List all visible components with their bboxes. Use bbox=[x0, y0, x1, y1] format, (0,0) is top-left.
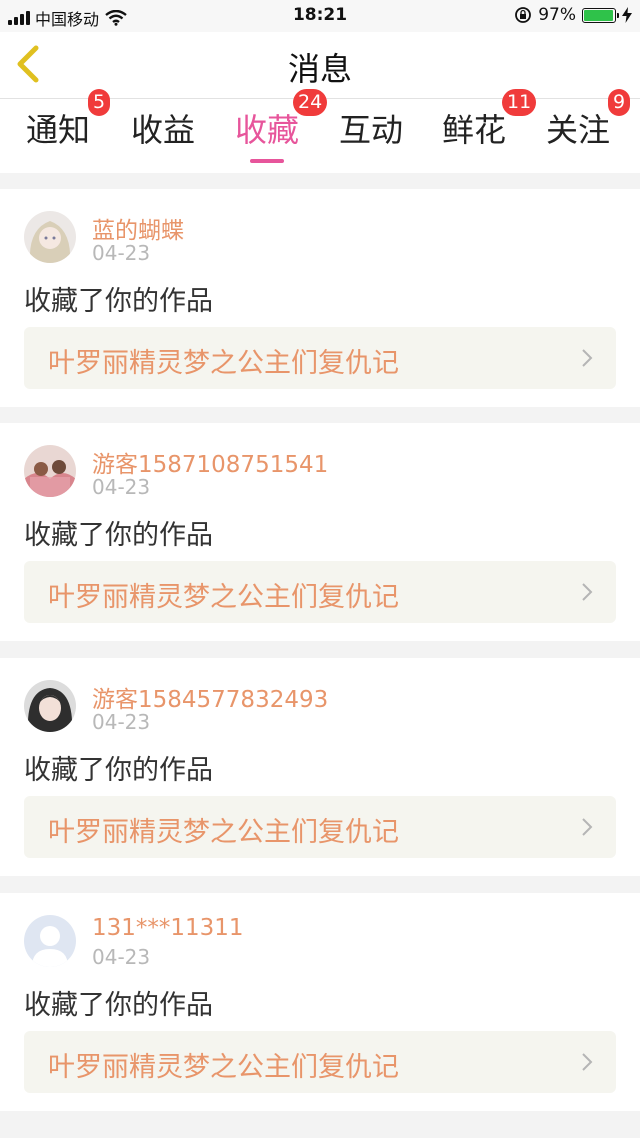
action-text: 收藏了你的作品 bbox=[24, 520, 213, 551]
username[interactable]: 游客1584577832493 bbox=[92, 680, 328, 714]
work-title: 叶罗丽精灵梦之公主们复仇记 bbox=[48, 348, 399, 379]
battery-icon bbox=[582, 7, 619, 23]
action-text: 收藏了你的作品 bbox=[24, 990, 213, 1021]
avatar[interactable] bbox=[24, 680, 76, 732]
following-badge: 9 bbox=[608, 89, 631, 116]
username[interactable]: 蓝的蝴蝶 bbox=[92, 211, 184, 245]
action-text: 收藏了你的作品 bbox=[24, 755, 213, 786]
date-label: 04-23 bbox=[92, 710, 151, 734]
tab-bar: 通知 5 收益 收藏 24 互动 鲜花 11 关注 9 bbox=[0, 89, 640, 173]
chevron-right-icon bbox=[582, 818, 593, 836]
chevron-right-icon bbox=[582, 1053, 593, 1071]
chevron-right-icon bbox=[582, 583, 593, 601]
username[interactable]: 131***11311 bbox=[92, 915, 244, 941]
page-title: 消息 bbox=[287, 50, 352, 88]
avatar[interactable] bbox=[24, 211, 76, 263]
active-tab-indicator bbox=[250, 159, 284, 163]
work-title: 叶罗丽精灵梦之公主们复仇记 bbox=[48, 817, 399, 848]
work-link[interactable]: 叶罗丽精灵梦之公主们复仇记 bbox=[24, 327, 616, 389]
tab-label: 收益 bbox=[131, 111, 196, 149]
chevron-right-icon bbox=[582, 349, 593, 367]
tab-label: 收藏 bbox=[235, 111, 300, 149]
work-link[interactable]: 叶罗丽精灵梦之公主们复仇记 bbox=[24, 796, 616, 858]
list-item: 131***11311 04-23 收藏了你的作品 叶罗丽精灵梦之公主们复仇记 bbox=[0, 893, 640, 1111]
tab-earnings[interactable]: 收益 bbox=[131, 105, 195, 151]
work-title: 叶罗丽精灵梦之公主们复仇记 bbox=[48, 582, 399, 613]
list-item: 游客1587108751541 04-23 收藏了你的作品 叶罗丽精灵梦之公主们… bbox=[0, 423, 640, 641]
notification-badge: 5 bbox=[88, 89, 111, 116]
tab-label: 互动 bbox=[339, 111, 404, 149]
tab-flowers[interactable]: 鲜花 11 bbox=[442, 89, 537, 151]
work-link[interactable]: 叶罗丽精灵梦之公主们复仇记 bbox=[24, 1031, 616, 1093]
tab-following[interactable]: 关注 9 bbox=[546, 89, 631, 151]
flowers-badge: 11 bbox=[502, 89, 537, 116]
battery-fill bbox=[584, 9, 614, 21]
work-link[interactable]: 叶罗丽精灵梦之公主们复仇记 bbox=[24, 561, 616, 623]
battery-percent: 97% bbox=[538, 5, 576, 25]
username[interactable]: 游客1587108751541 bbox=[92, 445, 328, 479]
work-title: 叶罗丽精灵梦之公主们复仇记 bbox=[48, 1052, 399, 1083]
status-bar: 中国移动 18:21 97% bbox=[0, 0, 640, 32]
date-label: 04-23 bbox=[92, 475, 151, 499]
tab-label: 通知 bbox=[26, 111, 91, 149]
favorites-badge: 24 bbox=[293, 89, 328, 116]
tab-favorites[interactable]: 收藏 24 bbox=[235, 89, 328, 163]
list-item: 蓝的蝴蝶 04-23 收藏了你的作品 叶罗丽精灵梦之公主们复仇记 bbox=[0, 189, 640, 407]
tab-interactions[interactable]: 互动 bbox=[339, 105, 403, 151]
date-label: 04-23 bbox=[92, 945, 151, 969]
avatar[interactable] bbox=[24, 445, 76, 497]
action-text: 收藏了你的作品 bbox=[24, 286, 213, 317]
tab-notifications[interactable]: 通知 5 bbox=[26, 89, 111, 151]
default-avatar-icon bbox=[24, 915, 76, 967]
date-label: 04-23 bbox=[92, 241, 151, 265]
status-right: 97% bbox=[514, 5, 632, 25]
charging-icon bbox=[622, 7, 632, 23]
tab-label: 鲜花 bbox=[442, 111, 507, 149]
list-item: 游客1584577832493 04-23 收藏了你的作品 叶罗丽精灵梦之公主们… bbox=[0, 658, 640, 876]
avatar[interactable] bbox=[24, 915, 76, 967]
rotation-lock-icon bbox=[515, 7, 532, 23]
tab-label: 关注 bbox=[546, 111, 611, 149]
